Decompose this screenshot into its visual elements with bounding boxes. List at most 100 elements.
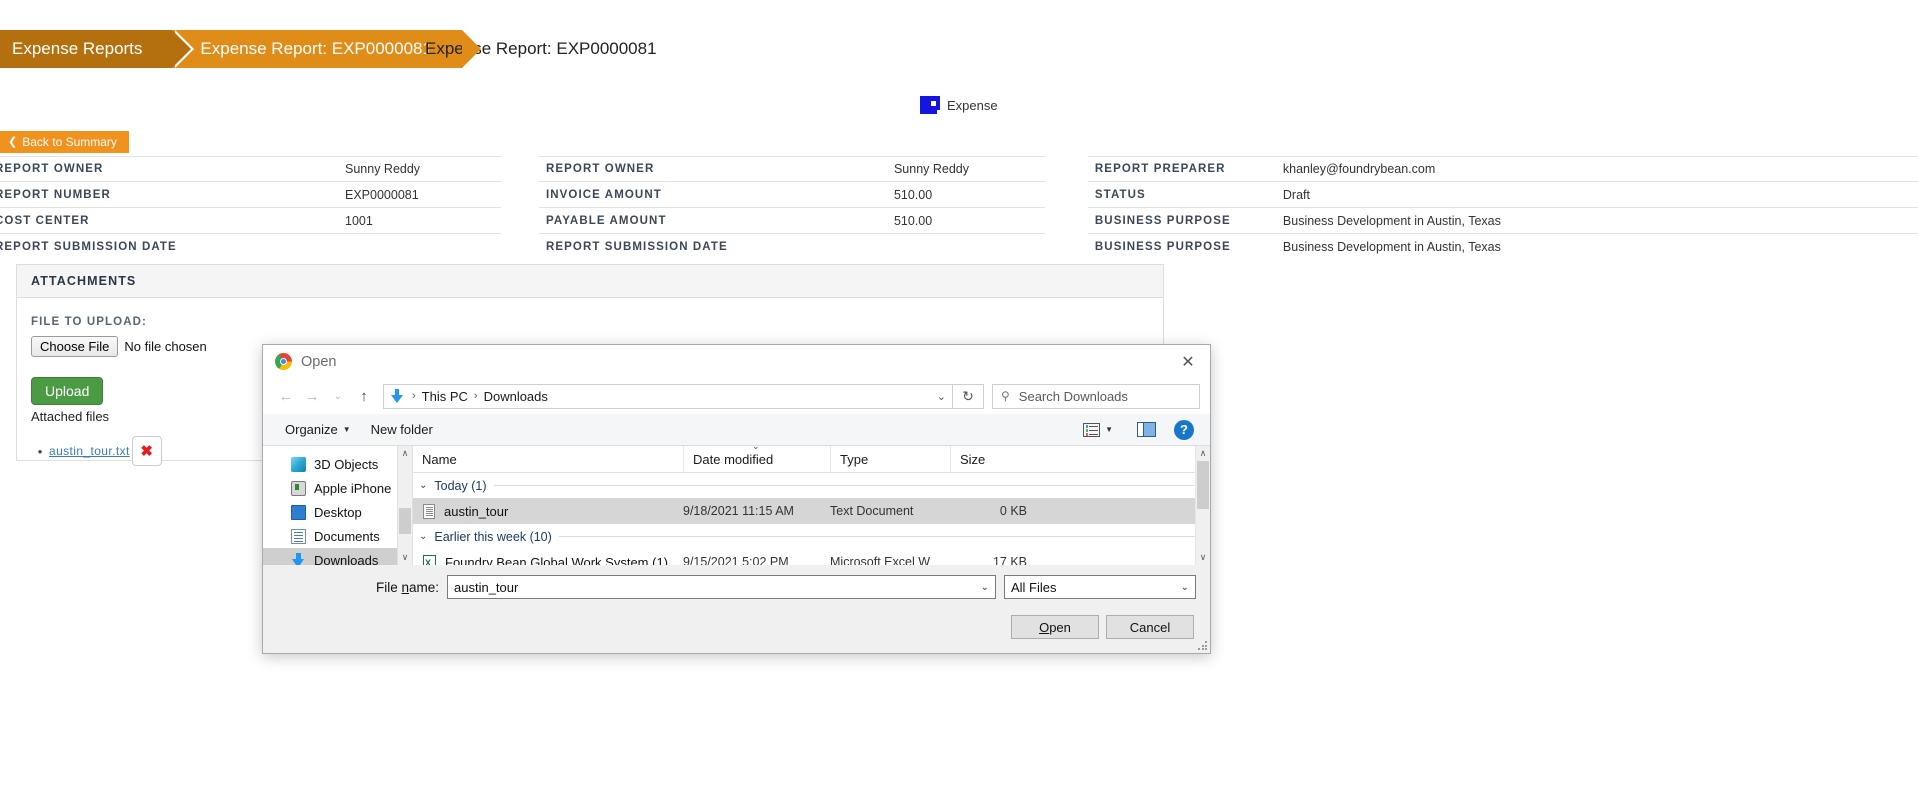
info-value: Draft bbox=[1282, 187, 1310, 202]
info-value: Business Development in Austin, Texas bbox=[1282, 213, 1501, 228]
chevron-down-icon: ∨ bbox=[401, 552, 409, 562]
open-button[interactable]: Open bbox=[1011, 615, 1099, 639]
dialog-title: Open bbox=[301, 353, 337, 370]
sidebar-item-documents[interactable]: Documents bbox=[263, 524, 412, 548]
dialog-navigation-bar: ← → ⌄ ↑ › This PC › Downloads ⌄ ↻ ⚲ Sear… bbox=[263, 378, 1210, 414]
info-label: BUSINESS PURPOSE bbox=[1094, 241, 1231, 253]
up-one-level-button[interactable]: ↑ bbox=[351, 383, 377, 409]
address-dropdown-icon[interactable]: ⌄ bbox=[937, 390, 946, 403]
column-header-name[interactable]: Name bbox=[413, 446, 683, 472]
file-name-cell: austin_tour bbox=[413, 503, 683, 519]
info-label: REPORT NUMBER bbox=[0, 188, 111, 201]
info-label: STATUS bbox=[1094, 188, 1146, 201]
file-row-austin-tour[interactable]: austin_tour 9/18/2021 11:15 AM Text Docu… bbox=[413, 498, 1210, 524]
scrollbar-thumb[interactable] bbox=[1197, 461, 1209, 509]
info-row: REPORT OWNER Sunny Reddy bbox=[0, 156, 501, 182]
sidebar-scrollbar[interactable]: ∧ ∨ bbox=[397, 446, 412, 565]
sidebar-item-desktop[interactable]: Desktop bbox=[263, 500, 412, 524]
column-header-size[interactable]: Size bbox=[950, 446, 1035, 472]
upload-button[interactable]: Upload bbox=[31, 377, 104, 405]
file-name-label: File name: bbox=[375, 579, 439, 595]
close-dialog-button[interactable]: ✕ bbox=[1166, 345, 1210, 378]
attachments-title: ATTACHMENTS bbox=[31, 274, 137, 288]
info-row: REPORT NUMBER EXP0000081 bbox=[0, 182, 501, 208]
file-group-earlier-this-week[interactable]: ⌄ Earlier this week (10) bbox=[413, 524, 1210, 549]
file-name-label: Foundry Bean Global Work System (1) bbox=[445, 554, 669, 566]
scroll-up-button[interactable]: ∧ bbox=[1196, 446, 1210, 461]
info-row: PAYABLE AMOUNT 510.00 bbox=[538, 208, 1045, 234]
no-file-chosen-text: No file chosen bbox=[124, 339, 207, 354]
file-name-input[interactable]: austin_tour ⌄ bbox=[447, 575, 996, 599]
file-open-dialog: Open ✕ ← → ⌄ ↑ › This PC › Downloads ⌄ ↻… bbox=[262, 344, 1211, 654]
dialog-title-bar: Open ✕ bbox=[263, 345, 1210, 378]
dialog-sidebar: 3D Objects Apple iPhone Desktop Document… bbox=[263, 446, 413, 565]
sidebar-item-label: Apple iPhone bbox=[314, 480, 392, 496]
recent-locations-button[interactable]: ⌄ bbox=[325, 383, 351, 409]
file-type-cell: Microsoft Excel W bbox=[830, 555, 931, 565]
back-navigation-button[interactable]: ← bbox=[273, 383, 299, 409]
preview-pane-button[interactable] bbox=[1127, 422, 1166, 437]
file-list-scrollbar[interactable]: ∧ ∨ bbox=[1195, 446, 1210, 565]
resize-grip[interactable] bbox=[1198, 641, 1208, 651]
search-placeholder: Search Downloads bbox=[1018, 388, 1128, 404]
help-button[interactable]: ? bbox=[1170, 419, 1198, 440]
choose-file-button[interactable]: Choose File bbox=[31, 336, 119, 357]
file-date-cell: 9/18/2021 11:15 AM bbox=[683, 504, 794, 518]
address-bar[interactable]: › This PC › Downloads ⌄ bbox=[383, 383, 953, 409]
column-label: Date modified bbox=[693, 451, 774, 467]
page-title: Expense Report: EXP0000081 bbox=[385, 30, 657, 68]
expense-logo-icon bbox=[920, 96, 940, 114]
info-label: PAYABLE AMOUNT bbox=[545, 214, 667, 227]
refresh-icon: ↻ bbox=[962, 387, 974, 404]
info-row: BUSINESS PURPOSE Business Development in… bbox=[1088, 234, 1918, 260]
change-view-button[interactable]: ▼ bbox=[1073, 422, 1123, 437]
sidebar-item-apple-iphone[interactable]: Apple iPhone bbox=[263, 476, 412, 500]
expense-logo: Expense bbox=[920, 96, 998, 114]
info-label: REPORT OWNER bbox=[545, 163, 655, 175]
file-list-area: Name ⌄ Date modified Type Size ⌄ Today (… bbox=[413, 446, 1210, 565]
chevron-down-icon[interactable]: ⌄ bbox=[419, 480, 427, 491]
column-label: Type bbox=[840, 451, 869, 467]
sidebar-item-label: 3D Objects bbox=[314, 456, 379, 472]
sidebar-item-downloads[interactable]: Downloads bbox=[263, 548, 412, 565]
close-icon: ✖ bbox=[140, 442, 153, 460]
chevron-down-icon[interactable]: ⌄ bbox=[981, 582, 989, 593]
scrollbar-thumb[interactable] bbox=[399, 508, 411, 534]
chevron-down-icon: ▼ bbox=[342, 425, 351, 434]
organize-button[interactable]: Organize ▼ bbox=[275, 414, 361, 445]
scroll-down-button[interactable]: ∨ bbox=[398, 550, 412, 565]
column-header-type[interactable]: Type bbox=[830, 446, 950, 472]
back-to-summary-label: Back to Summary bbox=[22, 135, 117, 149]
refresh-button[interactable]: ↻ bbox=[953, 383, 984, 409]
new-folder-button[interactable]: New folder bbox=[361, 414, 443, 445]
path-segment-downloads[interactable]: Downloads bbox=[484, 389, 548, 404]
document-icon bbox=[291, 528, 306, 544]
scroll-up-button[interactable]: ∧ bbox=[398, 446, 412, 461]
info-row: REPORT OWNER Sunny Reddy bbox=[538, 156, 1045, 182]
info-label: REPORT SUBMISSION DATE bbox=[545, 241, 728, 253]
file-group-today[interactable]: ⌄ Today (1) bbox=[413, 473, 1210, 498]
delete-attachment-button[interactable]: ✖ bbox=[131, 436, 162, 466]
info-column-3: REPORT PREPARER khanley@foundrybean.com … bbox=[1087, 156, 1918, 260]
scroll-down-button[interactable]: ∨ bbox=[1196, 550, 1210, 565]
arrow-right-icon: → bbox=[304, 387, 320, 405]
sidebar-item-3d-objects[interactable]: 3D Objects bbox=[263, 452, 412, 476]
search-box[interactable]: ⚲ Search Downloads bbox=[992, 383, 1200, 409]
file-row-foundry-bean[interactable]: Foundry Bean Global Work System (1) 9/15… bbox=[413, 549, 1210, 565]
info-value: 510.00 bbox=[893, 187, 933, 202]
chevron-up-icon: ∧ bbox=[401, 448, 409, 458]
forward-navigation-button[interactable]: → bbox=[299, 383, 325, 409]
chevron-down-icon[interactable]: ⌄ bbox=[419, 531, 427, 542]
attached-file-link[interactable]: austin_tour.txt bbox=[49, 444, 130, 458]
back-to-summary-button[interactable]: ❮ Back to Summary bbox=[0, 131, 129, 153]
file-type-filter-select[interactable]: All Files ⌄ bbox=[1004, 575, 1196, 599]
column-header-date-modified[interactable]: ⌄ Date modified bbox=[683, 446, 830, 472]
group-label: Earlier this week (10) bbox=[434, 529, 552, 544]
cancel-button[interactable]: Cancel bbox=[1106, 615, 1194, 639]
path-segment-this-pc[interactable]: This PC bbox=[422, 389, 468, 404]
sidebar-item-label: Documents bbox=[314, 528, 380, 544]
breadcrumb-item-expense-reports[interactable]: Expense Reports bbox=[0, 30, 195, 68]
column-label: Name bbox=[422, 451, 457, 467]
organize-label: Organize bbox=[285, 422, 338, 437]
file-name-value: austin_tour bbox=[454, 579, 519, 595]
